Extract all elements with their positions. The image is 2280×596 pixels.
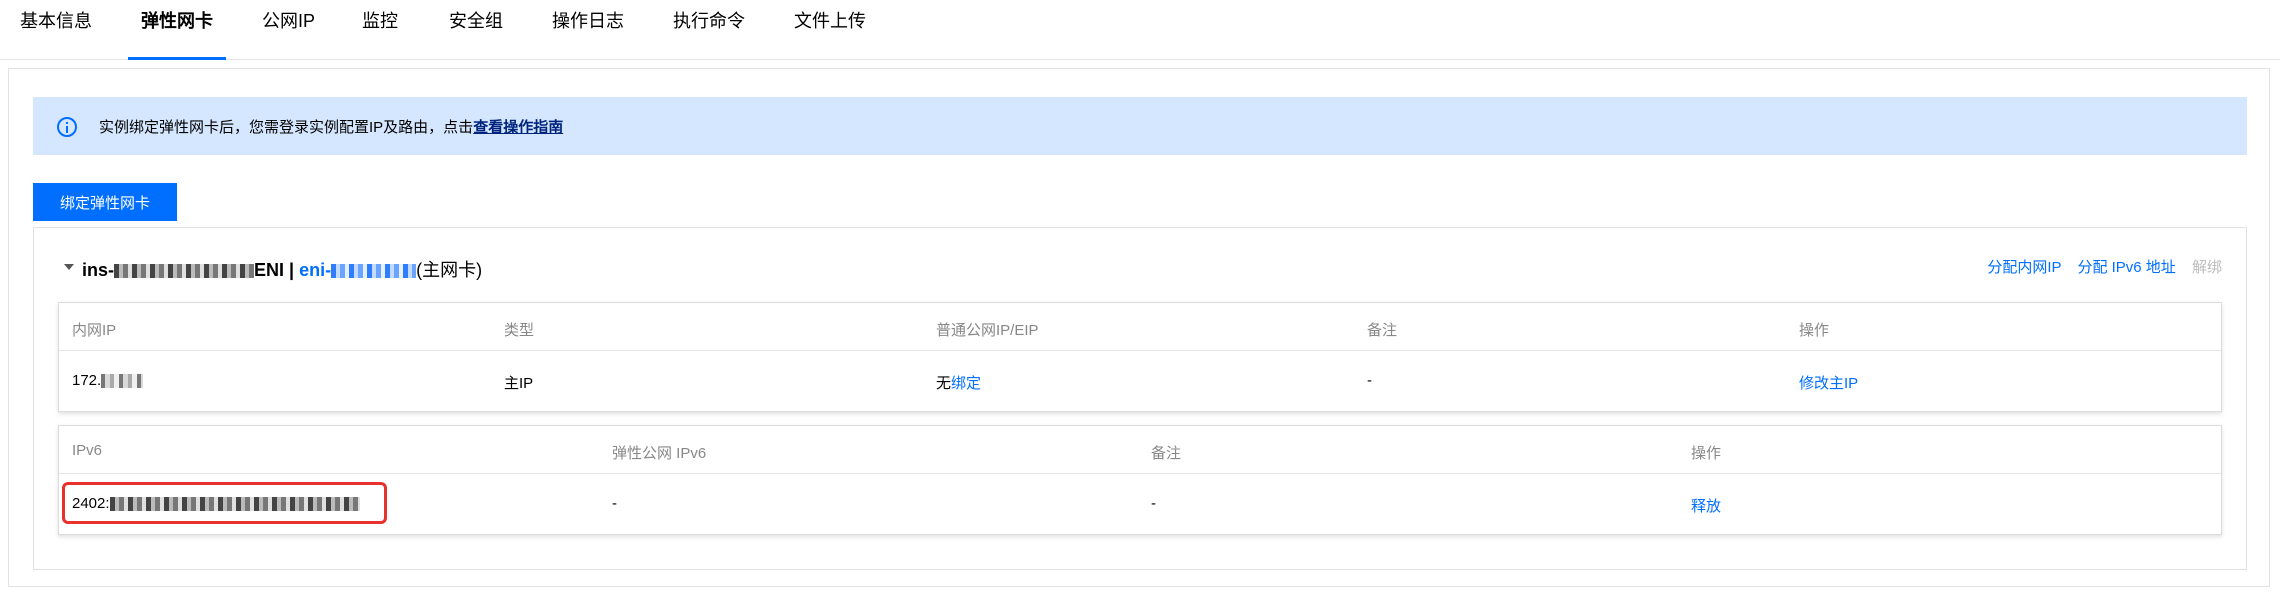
col-remark: 备注 [1367,322,1398,339]
ipv6-table: IPv6 弹性公网 IPv6 备注 操作 2402: - - 释放 [58,425,2222,535]
remark-cell: - [1151,495,1156,512]
col-eip6: 弹性公网 IPv6 [612,445,707,462]
col-type: 类型 [504,322,535,339]
table-row: 172. 主IP 无绑定 - 修改主IP [59,351,2221,413]
assign-private-ip-link[interactable]: 分配内网IP [1987,259,2061,276]
remark-cell: - [1367,372,1372,389]
col-action: 操作 [1691,445,1722,462]
tab-public-ip[interactable]: 公网IP [262,0,315,60]
col-action: 操作 [1799,322,1830,339]
tab-monitor[interactable]: 监控 [362,0,398,60]
redacted-mosaic [114,264,255,279]
tab-eni[interactable]: 弹性网卡 [128,0,226,60]
redacted-mosaic [331,264,417,279]
bind-public-ip-link[interactable]: 绑定 [951,375,981,392]
eni-card-header: ins- ENI | eni- (主网卡) 分配内网IP 分配 IPv6 地址 解绑 [34,228,2246,280]
main-eni-tag: (主网卡) [416,260,483,280]
info-banner: 实例绑定弹性网卡后，您需登录实例配置IP及路由，点击查看操作指南 [33,97,2247,155]
operation-guide-link[interactable]: 查看操作指南 [473,119,563,136]
col-remark: 备注 [1151,445,1182,462]
col-private-ip: 内网IP [72,322,117,339]
col-ipv6: IPv6 [72,442,103,459]
collapse-caret-icon[interactable] [64,264,74,270]
col-public-ip: 普通公网IP/EIP [936,322,1039,339]
tab-basic-info[interactable]: 基本信息 [20,0,92,60]
tab-operation-log[interactable]: 操作日志 [552,0,624,60]
redacted-mosaic [109,497,360,512]
tab-file-upload[interactable]: 文件上传 [794,0,866,60]
eni-card: ins- ENI | eni- (主网卡) 分配内网IP 分配 IPv6 地址 解绑… [33,227,2247,570]
assign-ipv6-link[interactable]: 分配 IPv6 地址 [2077,259,2175,276]
release-ipv6-link[interactable]: 释放 [1691,495,1721,516]
ipv6-cell: 2402: [72,495,360,512]
banner-text: 实例绑定弹性网卡后，您需登录实例配置IP及路由，点击查看操作指南 [99,119,564,136]
private-ip-table: 内网IP 类型 普通公网IP/EIP 备注 操作 172. 主IP 无绑定 - … [58,302,2222,412]
tab-security-group[interactable]: 安全组 [449,0,503,60]
tab-bar: 基本信息 弹性网卡 公网IP 监控 安全组 操作日志 执行命令 文件上传 [0,0,2280,60]
table-header: 内网IP 类型 普通公网IP/EIP 备注 操作 [59,303,2221,351]
modify-primary-ip-link[interactable]: 修改主IP [1799,372,1858,393]
eni-actions: 分配内网IP 分配 IPv6 地址 解绑 [1975,256,2222,277]
info-icon [57,117,77,137]
eni-panel: 实例绑定弹性网卡后，您需登录实例配置IP及路由，点击查看操作指南 绑定弹性网卡 … [8,68,2270,587]
eip6-cell: - [612,495,617,512]
eni-title: ins- ENI | eni- (主网卡) [82,260,483,280]
ip-type-cell: 主IP [504,375,534,392]
unbind-link: 解绑 [2191,259,2222,276]
public-ip-cell: 无绑定 [936,375,982,392]
private-ip-cell: 172. [72,372,144,389]
table-header: IPv6 弹性公网 IPv6 备注 操作 [59,426,2221,474]
bind-eni-button[interactable]: 绑定弹性网卡 [33,183,177,221]
eni-id-link[interactable]: eni- [299,260,417,280]
redacted-mosaic [101,374,144,389]
table-row: 2402: - - 释放 [59,474,2221,536]
tab-run-command[interactable]: 执行命令 [673,0,745,60]
